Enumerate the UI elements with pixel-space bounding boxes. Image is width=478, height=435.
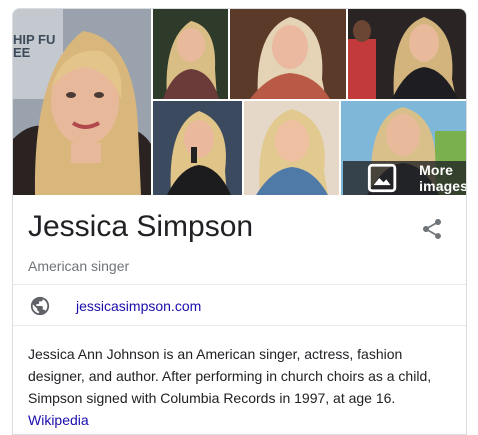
image-gallery: HIP FU EE More images	[13, 9, 467, 195]
gallery-image-4[interactable]	[348, 9, 466, 99]
share-icon[interactable]	[420, 217, 444, 241]
globe-icon	[30, 296, 50, 316]
gallery-image-2[interactable]	[153, 9, 228, 99]
photo-sign-text: HIP FU EE	[13, 32, 56, 60]
gallery-image-7[interactable]: More images	[341, 101, 467, 195]
more-images-button[interactable]: More images	[343, 161, 467, 195]
knowledge-panel: HIP FU EE More images Jessica Simpson Am…	[12, 8, 467, 435]
gallery-image-5[interactable]	[153, 101, 242, 195]
gallery-image-3[interactable]	[230, 9, 346, 99]
entity-subtitle: American singer	[28, 258, 130, 274]
gallery-image-6[interactable]	[244, 101, 339, 195]
image-icon	[367, 163, 397, 193]
title-section: Jessica Simpson American singer	[13, 195, 466, 285]
description-text: Jessica Ann Johnson is an American singe…	[28, 346, 432, 406]
more-images-label: More images	[419, 162, 467, 194]
website-row: jessicasimpson.com	[13, 286, 466, 326]
gallery-image-main[interactable]: HIP FU EE	[13, 9, 151, 195]
page-title: Jessica Simpson	[28, 210, 254, 243]
website-link[interactable]: jessicasimpson.com	[76, 298, 201, 314]
entity-description: Jessica Ann Johnson is an American singe…	[28, 343, 458, 431]
wikipedia-link[interactable]: Wikipedia	[28, 412, 89, 428]
